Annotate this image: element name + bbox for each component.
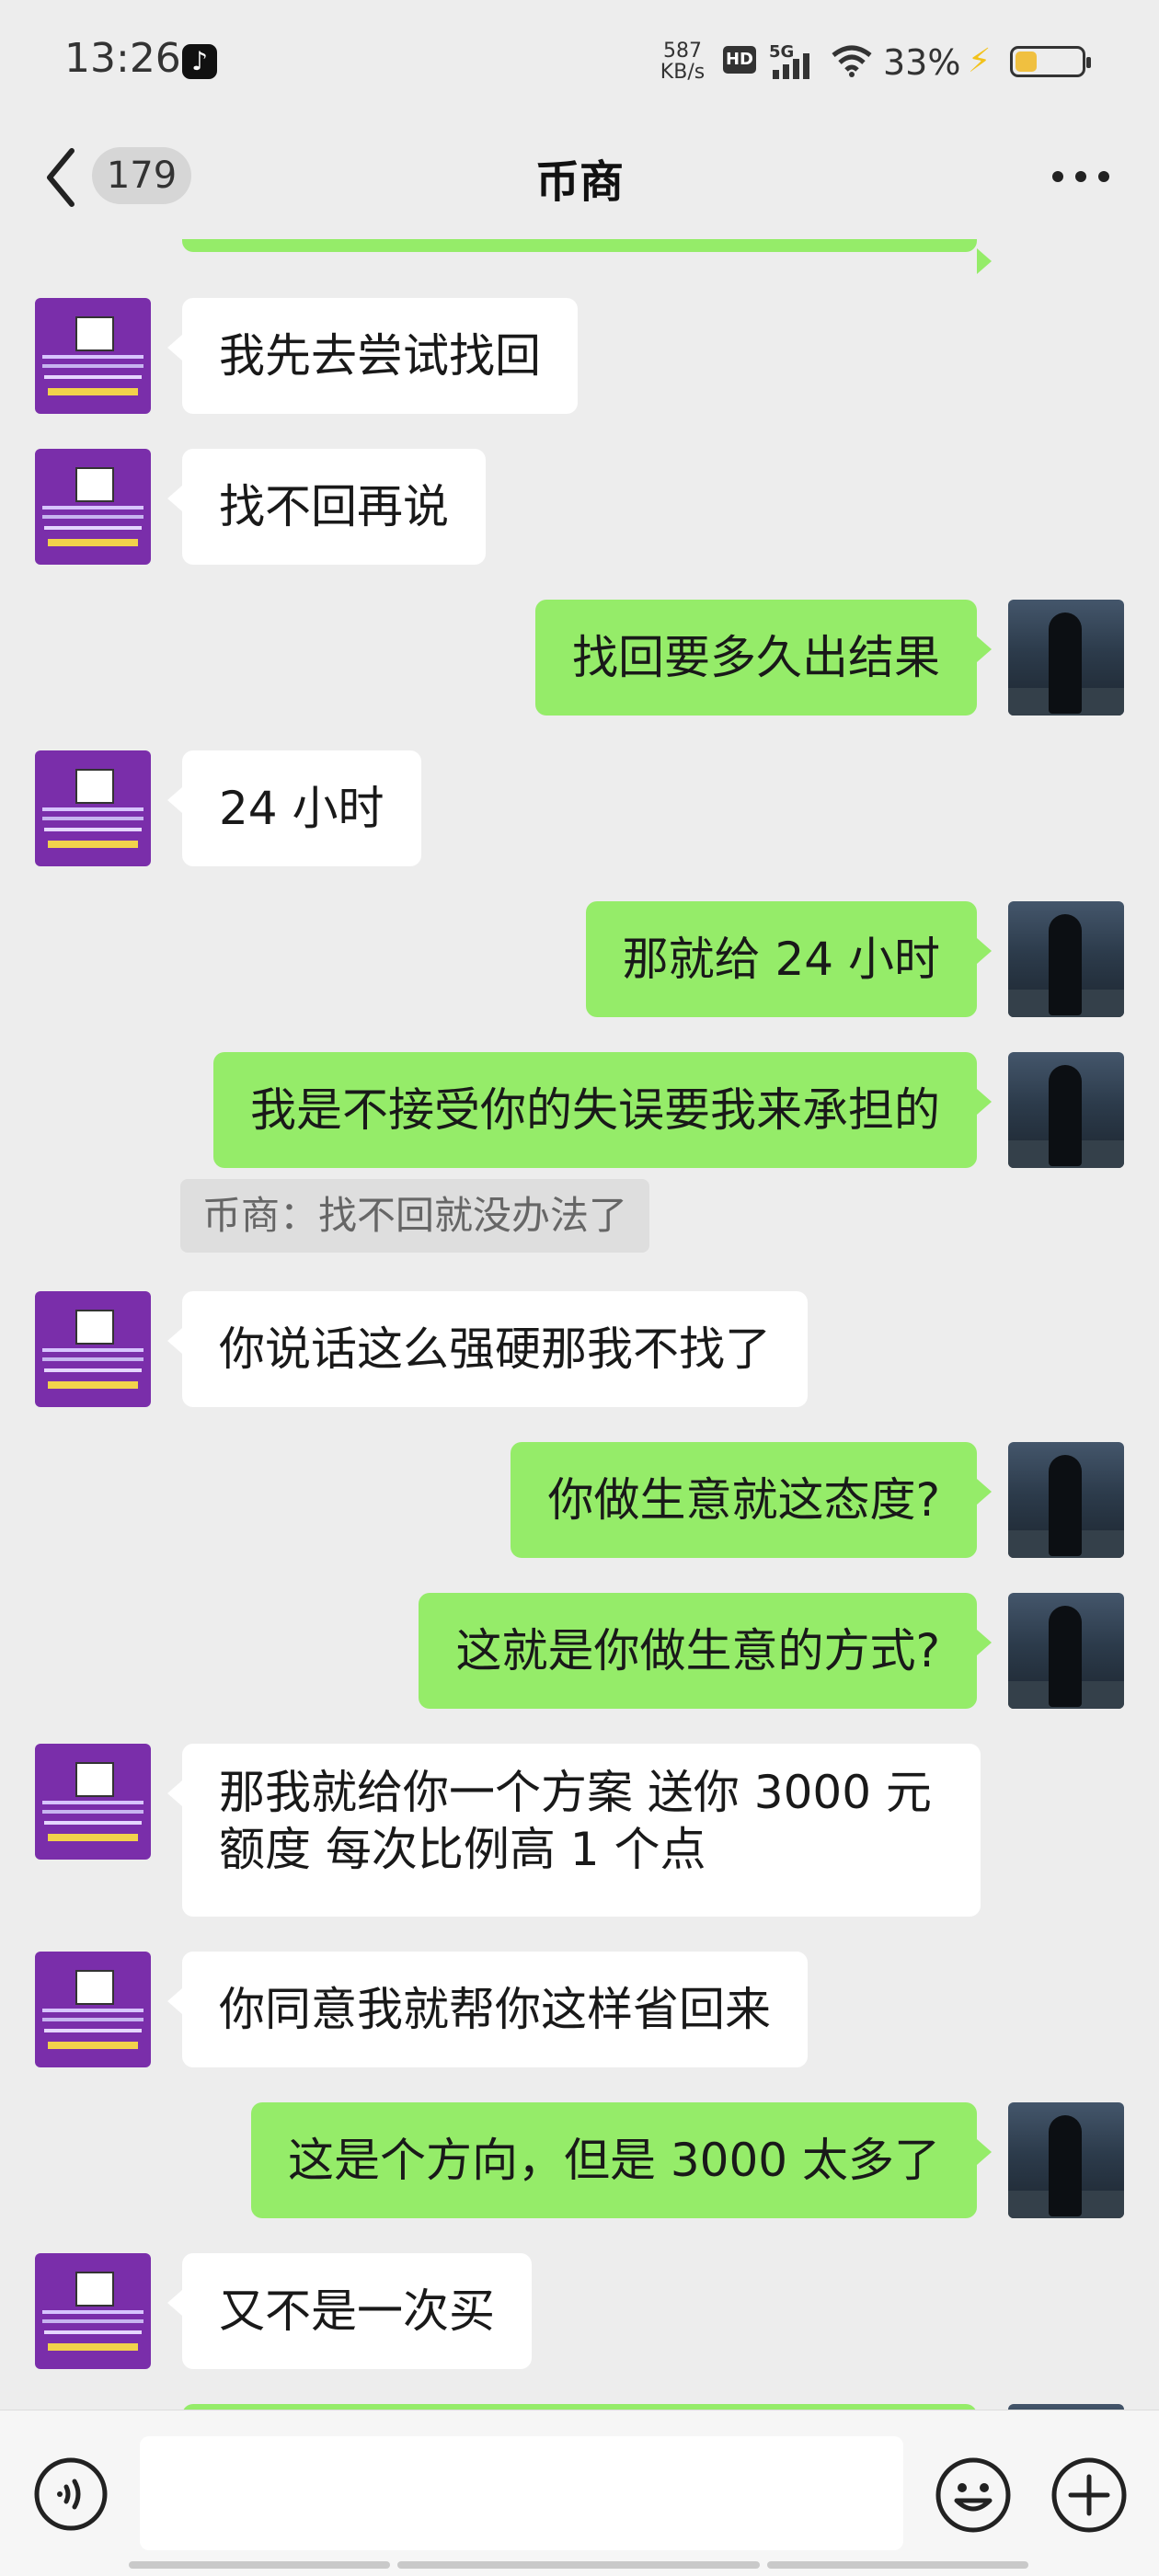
message-bubble[interactable]: 你同意我就帮你这样省回来 xyxy=(167,1952,808,2067)
battery-icon xyxy=(1010,46,1091,77)
voice-icon[interactable] xyxy=(33,2456,109,2532)
partial-message-bubble xyxy=(182,239,992,274)
more-dot xyxy=(1098,171,1109,182)
network-speed-unit: KB/s xyxy=(660,61,706,84)
message-row: 你做生意就这态度? xyxy=(0,1442,1159,1558)
home-indicator xyxy=(397,2561,760,2569)
message-bubble[interactable]: 24 小时 xyxy=(167,750,421,866)
chat-message-list[interactable]: 我先去尝试找回 找不回再说 找回要多久出结果 24 小时 那就给 24 小时 我… xyxy=(0,239,1159,2410)
avatar-figure xyxy=(1049,1455,1082,1556)
more-dot xyxy=(1052,171,1063,182)
message-bubble[interactable]: 我是不接受你的失误要我来承担的 xyxy=(213,1052,992,1168)
message-row: 这就是你做生意的方式? xyxy=(0,1593,1159,1709)
contact-avatar[interactable] xyxy=(35,298,151,414)
more-dot xyxy=(1075,171,1086,182)
message-row: 你说话这么强硬那我不找了 xyxy=(0,1291,1159,1407)
tiktok-icon: ♪ xyxy=(182,44,217,79)
status-bar: 13:26 ♪ 587 KB/s HD 5G 33% ⚡ xyxy=(0,0,1159,120)
contact-avatar[interactable] xyxy=(35,2253,151,2369)
message-row: 我先去尝试找回 xyxy=(0,298,1159,414)
avatar-figure xyxy=(1049,1065,1082,1166)
message-bubble[interactable]: 你做生意就这态度? xyxy=(511,1442,992,1558)
home-indicator xyxy=(767,2561,1028,2569)
contact-avatar[interactable] xyxy=(35,449,151,565)
message-row: 找不回再说 xyxy=(0,449,1159,565)
contact-avatar[interactable] xyxy=(35,1952,151,2067)
message-bubble[interactable]: 找回要多久出结果 xyxy=(535,600,992,716)
chat-header: 179 币商 xyxy=(0,120,1159,239)
battery-percent: 33% xyxy=(883,42,961,83)
message-bubble[interactable]: 你说话这么强硬那我不找了 xyxy=(167,1291,808,1407)
avatar-figure xyxy=(1049,914,1082,1015)
signal-5g-label: 5G xyxy=(769,42,794,62)
input-bar xyxy=(0,2410,1159,2576)
avatar-image xyxy=(75,769,114,804)
message-row: 我是不接受你的失误要我来承担的 xyxy=(0,1052,1159,1168)
quoted-message[interactable]: 币商：找不回就没办法了 xyxy=(180,1179,650,1253)
my-avatar[interactable] xyxy=(1008,1052,1124,1168)
more-dots-icon[interactable] xyxy=(1049,160,1113,197)
my-avatar[interactable] xyxy=(1008,1593,1124,1709)
message-bubble[interactable]: 那我就给你一个方案 送你 3000 元额度 每次比例高 1 个点 xyxy=(167,1744,981,1917)
message-bubble[interactable]: 我先去尝试找回 xyxy=(167,298,578,414)
avatar-image xyxy=(75,1310,114,1345)
avatar-image xyxy=(75,316,114,351)
emoji-icon[interactable] xyxy=(935,2456,1012,2534)
message-bubble[interactable]: 这是个方向，但是 3000 太多了 xyxy=(250,2102,993,2218)
message-row: 这是个方向，但是 3000 太多了 xyxy=(0,2102,1159,2218)
avatar-figure xyxy=(1049,1606,1082,1707)
message-input[interactable] xyxy=(140,2436,903,2550)
message-row: 又不是一次买 xyxy=(0,2253,1159,2369)
my-avatar[interactable] xyxy=(1008,901,1124,1017)
message-bubble[interactable]: 那就给 24 小时 xyxy=(585,901,993,1017)
plus-icon[interactable] xyxy=(1050,2456,1128,2534)
signal-5g-icon: 5G xyxy=(769,42,809,79)
my-avatar[interactable] xyxy=(1008,600,1124,716)
message-bubble[interactable]: 又不是一次买 xyxy=(167,2253,532,2369)
chat-title: 币商 xyxy=(534,156,624,208)
battery-level xyxy=(1016,52,1037,72)
message-bubble[interactable]: 找不回再说 xyxy=(167,449,486,565)
contact-avatar[interactable] xyxy=(35,1291,151,1407)
message-row: 那我就给你一个方案 送你 3000 元额度 每次比例高 1 个点 xyxy=(0,1744,1159,1917)
my-avatar[interactable] xyxy=(1008,1442,1124,1558)
charging-icon: ⚡ xyxy=(968,42,992,80)
my-avatar[interactable] xyxy=(1008,2102,1124,2218)
message-row: 你同意我就帮你这样省回来 xyxy=(0,1952,1159,2067)
battery-tip xyxy=(1086,57,1091,68)
avatar-image xyxy=(75,1970,114,2005)
home-indicator xyxy=(129,2561,390,2569)
network-speed-value: 587 xyxy=(663,40,702,63)
status-time: 13:26 xyxy=(64,35,181,82)
wifi-icon xyxy=(832,45,872,77)
message-bubble[interactable]: 这就是你做生意的方式? xyxy=(419,1593,992,1709)
avatar-image xyxy=(75,1762,114,1797)
avatar-figure xyxy=(1049,613,1082,714)
contact-avatar[interactable] xyxy=(35,1744,151,1860)
message-row: 那就给 24 小时 xyxy=(0,901,1159,1017)
contact-avatar[interactable] xyxy=(35,750,151,866)
avatar-image xyxy=(75,2272,114,2307)
avatar-figure xyxy=(1049,2115,1082,2216)
message-row: 24 小时 xyxy=(0,750,1159,866)
avatar-image xyxy=(75,467,114,502)
hd-icon: HD xyxy=(723,46,756,74)
network-speed: 587 KB/s xyxy=(655,40,710,83)
message-row: 找回要多久出结果 xyxy=(0,600,1159,716)
